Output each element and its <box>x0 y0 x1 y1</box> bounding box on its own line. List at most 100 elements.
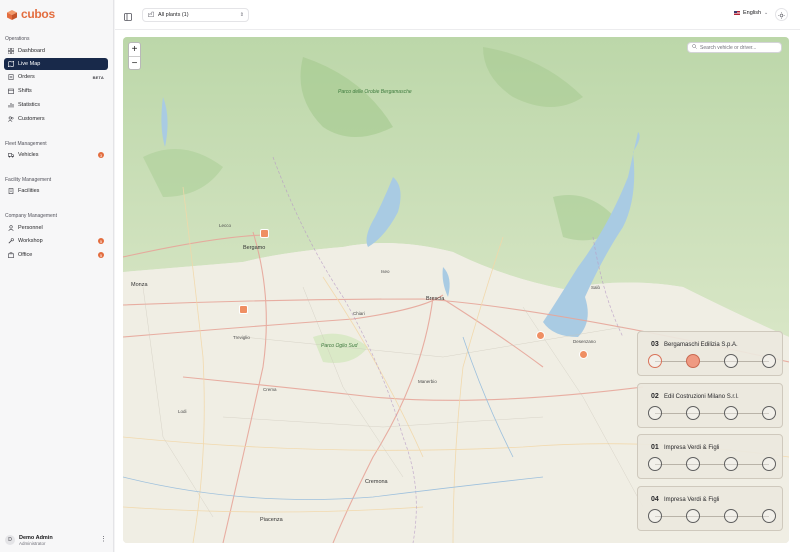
user-role: Administrator <box>19 540 46 546</box>
avatar: D <box>5 535 15 545</box>
language-select[interactable]: English ⌄ <box>734 10 768 16</box>
step-dot <box>648 457 662 471</box>
map-label-manerbio: Manerbio <box>418 379 437 384</box>
step-dot <box>686 354 700 368</box>
chevron-up-down-icon: ⇕ <box>239 12 244 18</box>
sidebar-item-label: Statistics <box>18 102 41 108</box>
section-company: Company Management <box>5 213 57 219</box>
map-label-brescia: Brescia <box>426 296 445 302</box>
settings-button[interactable] <box>775 8 788 21</box>
sidebar-item-label: Facilities <box>18 188 40 194</box>
search-icon <box>692 44 697 51</box>
sidebar-item-label: Office <box>18 252 33 258</box>
live-map[interactable]: + − Search vehicle or driver... Parco de… <box>123 37 789 543</box>
order-card[interactable]: 02 Edil Costruzioni Milano S.r.l. <box>637 383 783 428</box>
sidebar-item-label: Workshop <box>18 238 43 244</box>
order-number: 02 <box>651 393 659 400</box>
step-dot <box>724 354 738 368</box>
step-dot <box>648 354 662 368</box>
sidebar-item-personnel[interactable]: Personnel <box>4 222 108 234</box>
map-label-lecco: Lecco <box>219 223 232 228</box>
top-bar: All plants (1) ⇕ English ⌄ <box>115 0 800 30</box>
map-label-bergamo: Bergamo <box>243 245 266 251</box>
order-card[interactable]: 01 Impresa Verdi & Figli <box>637 434 783 479</box>
user-profile[interactable]: D Demo Admin Administrator ⋮ <box>5 532 109 548</box>
step-dot <box>762 406 776 420</box>
grid-icon <box>8 48 14 54</box>
vehicle-marker[interactable] <box>536 331 545 340</box>
sidebar-item-label: Orders <box>18 74 35 80</box>
map-label-treviglio: Treviglio <box>233 335 250 340</box>
sidebar-item-facilities[interactable]: Facilities <box>4 185 108 197</box>
sidebar-item-customers[interactable]: Customers <box>4 113 108 125</box>
sidebar-toggle-icon[interactable] <box>123 9 133 21</box>
zoom-in-button[interactable]: + <box>129 43 140 56</box>
step-dot <box>724 457 738 471</box>
sidebar-item-statistics[interactable]: Statistics <box>4 99 108 111</box>
map-icon <box>8 61 14 67</box>
map-label-parco-oglio: Parco Oglio Sud <box>321 343 358 349</box>
map-label-piacenza: Piacenza <box>260 517 283 523</box>
sidebar-item-label: Shifts <box>18 88 32 94</box>
search-placeholder: Search vehicle or driver... <box>700 44 757 51</box>
step-dot <box>762 509 776 523</box>
step-dot <box>648 406 662 420</box>
step-dot <box>762 354 776 368</box>
factory-icon <box>148 11 154 19</box>
user-icon <box>8 225 14 231</box>
sidebar-item-label: Vehicles <box>18 152 39 158</box>
sidebar-item-dashboard[interactable]: Dashboard <box>4 45 108 57</box>
zoom-control: + − <box>128 42 141 70</box>
building-icon <box>8 188 14 194</box>
section-facility: Facility Management <box>5 177 52 183</box>
sidebar-item-vehicles[interactable]: Vehicles 3 <box>4 149 108 161</box>
vehicle-marker[interactable] <box>239 305 248 314</box>
brand-logo[interactable]: cubos <box>6 7 55 21</box>
briefcase-icon <box>8 252 14 258</box>
step-dot <box>724 509 738 523</box>
user-info: Demo Admin Administrator <box>19 535 53 546</box>
order-number: 04 <box>651 496 659 503</box>
truck-icon <box>8 152 14 158</box>
plant-filter-value: All plants (1) <box>158 12 189 18</box>
vehicle-marker[interactable] <box>260 229 269 238</box>
cube-icon <box>6 8 18 20</box>
brand-name: cubos <box>21 7 55 21</box>
section-fleet: Fleet Management <box>5 141 47 147</box>
step-dot <box>648 509 662 523</box>
zoom-out-button[interactable]: − <box>129 56 140 69</box>
order-progress <box>648 354 776 368</box>
order-progress <box>648 457 776 471</box>
chart-icon <box>8 102 14 108</box>
order-customer: Edil Costruzioni Milano S.r.l. <box>664 394 739 400</box>
step-dot <box>762 457 776 471</box>
user-name: Demo Admin <box>19 534 53 541</box>
order-card[interactable]: 03 Bergamaschi Edilizia S.p.A. <box>637 331 783 376</box>
map-label-cremona: Cremona <box>365 479 388 485</box>
map-label-lodi: Lodi <box>178 409 187 414</box>
order-progress <box>648 406 776 420</box>
sidebar-item-label: Personnel <box>18 225 43 231</box>
sidebar-item-shifts[interactable]: Shifts <box>4 85 108 97</box>
more-vertical-icon[interactable]: ⋮ <box>100 535 107 543</box>
order-customer: Impresa Verdi & Figli <box>664 445 720 451</box>
step-dot <box>686 406 700 420</box>
section-operations: Operations <box>5 36 30 42</box>
sun-icon <box>778 6 785 24</box>
vehicle-search-input[interactable]: Search vehicle or driver... <box>687 42 782 53</box>
language-value: English <box>743 10 762 16</box>
beta-badge: BETA <box>92 74 104 80</box>
sidebar-item-live-map[interactable]: Live Map <box>4 58 108 70</box>
sidebar-item-office[interactable]: Office 5 <box>4 249 108 261</box>
order-number: 03 <box>651 341 659 348</box>
sidebar-item-label: Live Map <box>18 61 41 67</box>
step-dot <box>686 457 700 471</box>
order-card[interactable]: 04 Impresa Verdi & Figli <box>637 486 783 531</box>
workshop-count-badge: 5 <box>98 238 104 244</box>
map-label-chiari: Chiari <box>353 311 365 316</box>
sidebar-item-orders[interactable]: Orders BETA <box>4 71 108 83</box>
sidebar-item-workshop[interactable]: Workshop 5 <box>4 235 108 247</box>
plant-filter-select[interactable]: All plants (1) ⇕ <box>142 8 249 22</box>
order-customer: Impresa Verdi & Figli <box>664 497 720 503</box>
vehicle-marker[interactable] <box>579 350 588 359</box>
